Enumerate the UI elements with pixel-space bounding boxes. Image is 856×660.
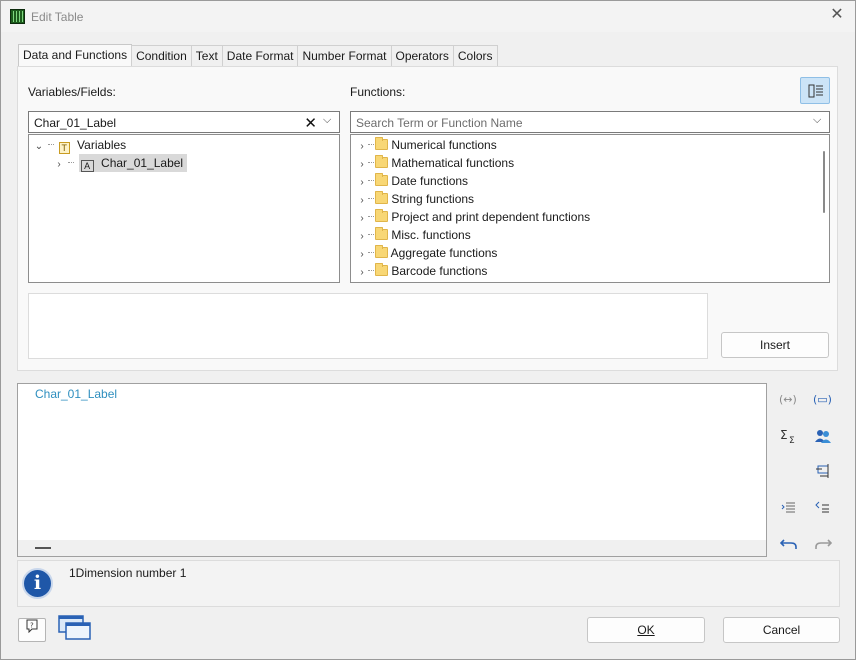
folder-icon	[375, 155, 388, 168]
insert-field-icon[interactable]: (▭)	[812, 388, 834, 410]
folder-icon	[375, 227, 388, 240]
folder-icon	[375, 263, 388, 276]
description-toggle-button[interactable]	[800, 77, 830, 104]
sigma-icon[interactable]: ΣΣ	[778, 425, 800, 447]
function-category-label: Mathematical functions	[391, 156, 515, 170]
svg-text:?: ?	[30, 622, 34, 630]
app-icon	[10, 9, 25, 24]
tab-data-and-functions[interactable]: Data and Functions	[18, 44, 133, 67]
function-category-item[interactable]: › Numerical functions	[357, 136, 497, 154]
folder-icon	[375, 137, 388, 150]
tree-node-selected: A Char_01_Label	[78, 154, 188, 172]
function-category-label: String functions	[391, 192, 475, 206]
panel-layout-icon	[808, 84, 823, 98]
function-category-label: Misc. functions	[391, 228, 471, 242]
variables-tree[interactable]: ⌄ T Variables › A Char_01_Label	[28, 134, 340, 283]
svg-text:(↔): (↔)	[779, 393, 797, 406]
function-category-item[interactable]: › Misc. functions	[357, 226, 471, 244]
info-icon: i	[22, 568, 53, 599]
variables-search-combo[interactable]: Char_01_Label ✕ ⌵	[28, 111, 340, 133]
redo-icon[interactable]	[812, 532, 834, 554]
functions-label: Functions:	[350, 85, 406, 99]
tree-node-variables[interactable]: ⌄ T Variables	[34, 136, 126, 154]
scrollbar-thumb[interactable]	[35, 547, 51, 549]
help-icon: ?	[26, 619, 38, 634]
variables-node-icon: T	[58, 142, 70, 154]
variables-search-value: Char_01_Label	[34, 116, 117, 130]
tab-date-format[interactable]: Date Format	[221, 45, 299, 66]
function-category-label: Numerical functions	[391, 138, 497, 152]
text-field-icon: A	[80, 160, 94, 172]
function-category-item[interactable]: › Barcode functions	[357, 262, 487, 280]
function-category-item[interactable]: › String functions	[357, 190, 474, 208]
svg-text:Σ: Σ	[789, 436, 795, 444]
outdent-icon[interactable]	[812, 496, 834, 518]
tab-condition[interactable]: Condition	[131, 45, 192, 66]
description-box	[28, 293, 708, 359]
function-category-label: Barcode functions	[391, 264, 488, 278]
ok-label: OK	[637, 623, 655, 637]
title-bar: Edit Table ✕	[1, 1, 855, 32]
variables-label: Variables/Fields:	[28, 85, 116, 99]
folder-icon	[375, 173, 388, 186]
expression-editor[interactable]: Char_01_Label	[17, 383, 767, 557]
folder-icon	[375, 245, 388, 258]
svg-text:(▭): (▭)	[813, 393, 832, 406]
folder-icon	[375, 191, 388, 204]
tab-colors[interactable]: Colors	[452, 45, 498, 66]
chevron-down-icon[interactable]: ⌵	[813, 114, 825, 130]
close-icon[interactable]: ✕	[829, 7, 845, 23]
chevron-expanded-icon[interactable]: ⌄	[34, 138, 44, 156]
windows-icon[interactable]	[56, 613, 92, 643]
folder-icon	[375, 209, 388, 222]
edit-table-dialog: Edit Table ✕ Data and Functions Conditio…	[0, 0, 856, 660]
indent-icon[interactable]	[778, 496, 800, 518]
functions-tree[interactable]: › Numerical functions › Mathematical fun…	[350, 134, 830, 283]
functions-scrollbar[interactable]	[821, 141, 827, 277]
undo-icon[interactable]	[778, 532, 800, 554]
tree-node-char-01-label[interactable]: › A Char_01_Label	[54, 154, 188, 174]
function-category-item[interactable]: › Mathematical functions	[357, 154, 514, 172]
chevron-down-icon[interactable]: ⌵	[323, 114, 335, 130]
tree-node-label: Char_01_Label	[101, 156, 184, 170]
function-category-item[interactable]: › Project and print dependent functions	[357, 208, 590, 226]
function-category-label: Project and print dependent functions	[391, 210, 591, 224]
function-category-item[interactable]: › Date functions	[357, 172, 468, 190]
cancel-button[interactable]: Cancel	[723, 617, 840, 643]
chevron-right-icon[interactable]: ›	[357, 264, 367, 282]
wrap-brackets-icon[interactable]: (↔)	[778, 388, 800, 410]
svg-text:Σ: Σ	[780, 428, 788, 442]
tab-operators[interactable]: Operators	[390, 45, 454, 66]
function-category-item[interactable]: › Aggregate functions	[357, 244, 497, 262]
functions-search-placeholder: Search Term or Function Name	[356, 116, 523, 130]
window-title: Edit Table	[31, 10, 84, 24]
scrollbar-thumb[interactable]	[823, 151, 825, 213]
info-message: 1Dimension number 1	[69, 566, 187, 580]
chevron-right-icon[interactable]: ›	[54, 156, 64, 174]
functions-search-combo[interactable]: Search Term or Function Name ⌵	[350, 111, 830, 133]
expression-text: Char_01_Label	[35, 387, 118, 401]
info-bar: i 1Dimension number 1	[17, 560, 840, 607]
ok-button[interactable]: OK	[587, 617, 705, 643]
align-icon[interactable]	[812, 460, 834, 482]
tab-number-format[interactable]: Number Format	[297, 45, 392, 66]
clear-icon[interactable]: ✕	[304, 114, 317, 132]
function-category-label: Aggregate functions	[390, 246, 498, 260]
tree-node-label: Variables	[77, 138, 127, 152]
insert-button[interactable]: Insert	[721, 332, 829, 358]
editor-scrollbar[interactable]	[18, 540, 766, 556]
users-icon[interactable]	[812, 425, 834, 447]
tab-strip: Data and Functions Condition Text Date F…	[18, 44, 498, 67]
help-button[interactable]: ?	[18, 618, 46, 642]
tab-text[interactable]: Text	[190, 45, 223, 66]
function-category-label: Date functions	[391, 174, 469, 188]
